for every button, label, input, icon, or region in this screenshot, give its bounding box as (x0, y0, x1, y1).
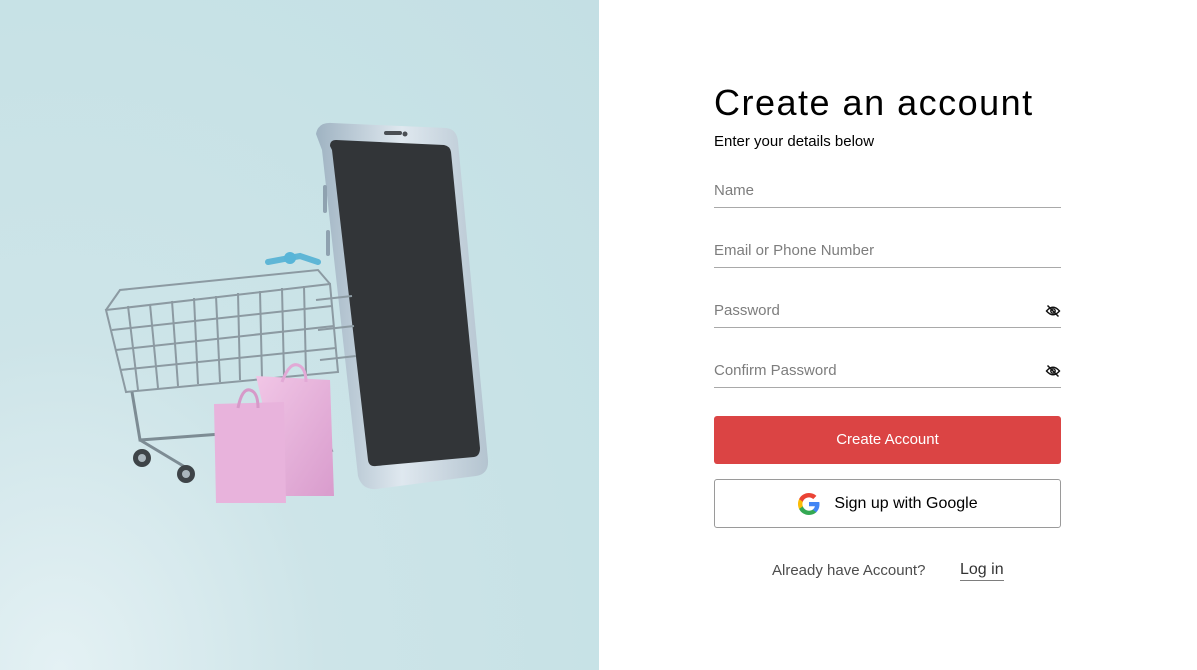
eye-off-icon[interactable] (1045, 304, 1061, 318)
login-prompt: Already have Account? Log in (772, 560, 1032, 584)
google-button-label: Sign up with Google (834, 494, 978, 512)
page-subtitle: Enter your details below (714, 133, 875, 150)
shopping-cart-phone-illustration (104, 122, 489, 503)
email-placeholder: Email or Phone Number (714, 242, 875, 259)
google-signup-button[interactable]: Sign up with Google (714, 479, 1061, 528)
name-field[interactable]: Name (714, 180, 1061, 208)
login-link[interactable]: Log in (960, 561, 1004, 581)
password-field[interactable]: Password (714, 300, 1061, 328)
hero-panel (0, 0, 599, 670)
email-field[interactable]: Email or Phone Number (714, 240, 1061, 268)
create-account-button[interactable]: Create Account (714, 416, 1061, 464)
google-icon (798, 492, 820, 515)
name-placeholder: Name (714, 182, 755, 199)
login-question: Already have Account? (772, 562, 926, 579)
confirm-password-placeholder: Confirm Password (714, 362, 837, 379)
confirm-password-field[interactable]: Confirm Password (714, 360, 1061, 388)
page-title: Create an account (714, 82, 1034, 123)
eye-off-icon[interactable] (1045, 364, 1061, 378)
password-placeholder: Password (714, 302, 780, 319)
signup-panel: Create an account Enter your details bel… (714, 0, 1061, 670)
